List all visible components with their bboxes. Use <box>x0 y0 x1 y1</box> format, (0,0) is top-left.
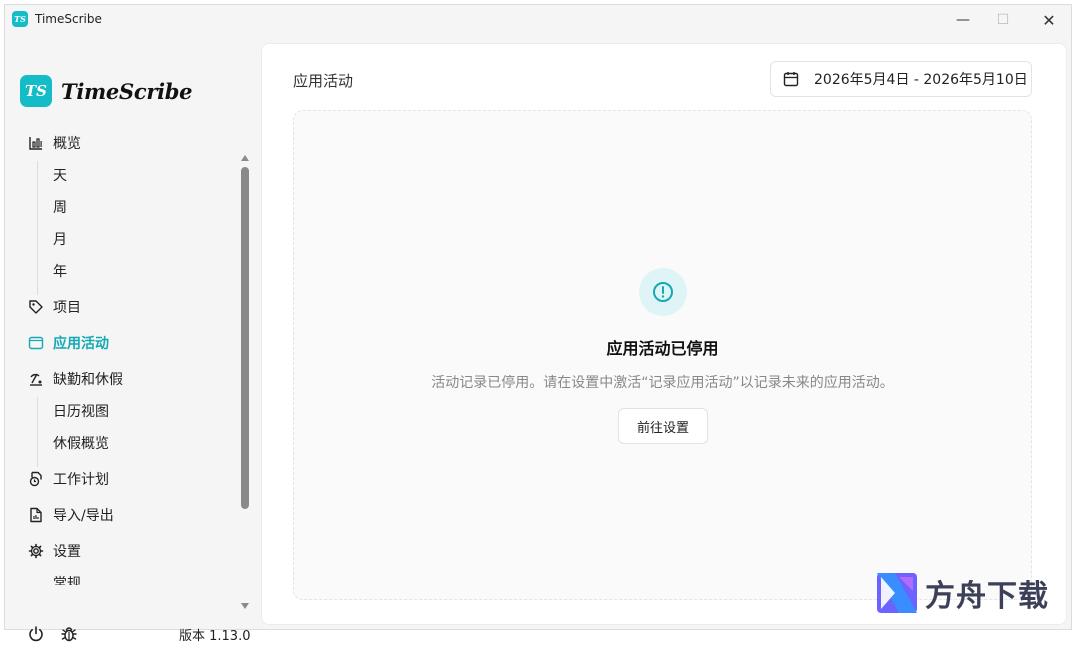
window-icon <box>27 334 45 352</box>
page-title: 应用活动 <box>293 72 354 90</box>
empty-state-title: 应用活动已停用 <box>606 339 719 358</box>
sidebar-item-work-schedule[interactable]: 工作计划 <box>27 467 109 491</box>
minimize-button[interactable]: — <box>943 5 983 35</box>
sidebar-item-projects[interactable]: 项目 <box>27 295 81 319</box>
app-window: TS TimeScribe — ☐ ✕ TS TimeScribe 概览 天 周… <box>4 4 1072 644</box>
date-range-label: 2026年5月4日 - 2026年5月10日 <box>814 72 1028 88</box>
file-icon <box>27 506 45 524</box>
empty-state-description: 活动记录已停用。请在设置中激活“记录应用活动”以记录未来的应用活动。 <box>431 375 894 391</box>
sidebar-item-general[interactable]: 常规 <box>53 571 81 585</box>
window-title: TimeScribe <box>35 12 102 26</box>
watermark-logo-icon <box>877 573 917 613</box>
sidebar-nav: 概览 天 周 月 年 项目 应用活动 缺勤和休假 日历视图 休假概览 工作计划 … <box>5 123 241 585</box>
sidebar-item-label: 项目 <box>53 300 81 316</box>
gear-icon <box>27 542 45 560</box>
sidebar-item-vacation-overview[interactable]: 休假概览 <box>53 431 109 455</box>
schedule-icon <box>27 470 45 488</box>
watermark: 方舟下载 <box>877 571 1049 615</box>
sidebar-item-year[interactable]: 年 <box>53 259 67 283</box>
sidebar-item-label: 缺勤和休假 <box>53 372 123 388</box>
sidebar-item-import-export[interactable]: 导入/导出 <box>27 503 114 527</box>
brand: TS TimeScribe <box>20 75 193 107</box>
sidebar-item-label: 应用活动 <box>53 336 109 352</box>
sidebar-item-label: 概览 <box>53 136 81 152</box>
date-range-picker[interactable]: 2026年5月4日 - 2026年5月10日 <box>770 61 1032 97</box>
app-logo-icon: TS <box>12 11 28 27</box>
version-label: 版本 1.13.0 <box>179 629 251 644</box>
brand-name: TimeScribe <box>61 78 193 104</box>
brand-logo-icon: TS <box>20 75 52 107</box>
calendar-icon <box>783 72 799 87</box>
sidebar-item-calendar-view[interactable]: 日历视图 <box>53 399 109 423</box>
maximize-button[interactable]: ☐ <box>983 5 1023 35</box>
sidebar-item-label: 工作计划 <box>53 472 109 488</box>
sidebar-item-week[interactable]: 周 <box>53 195 67 219</box>
sidebar-footer: 版本 1.13.0 <box>5 621 257 645</box>
sidebar-scrollbar[interactable] <box>241 167 249 509</box>
power-icon[interactable] <box>27 625 45 643</box>
title-bar: TS TimeScribe — ☐ ✕ <box>5 5 1071 35</box>
tag-icon <box>27 298 45 316</box>
alert-circle-icon <box>639 268 687 316</box>
sidebar-item-overview[interactable]: 概览 <box>27 131 81 155</box>
sidebar-item-app-activity[interactable]: 应用活动 <box>27 331 109 355</box>
scroll-down-icon[interactable] <box>240 601 250 611</box>
bar-chart-icon <box>27 134 45 152</box>
sidebar-item-label: 导入/导出 <box>53 508 114 524</box>
sidebar-item-label: 设置 <box>53 544 81 560</box>
scroll-up-icon[interactable] <box>240 153 250 163</box>
sidebar-item-settings[interactable]: 设置 <box>27 539 81 563</box>
sidebar-item-month[interactable]: 月 <box>53 227 67 251</box>
main-panel: 应用活动 2026年5月4日 - 2026年5月10日 应用活动已停用 活动记录… <box>261 43 1067 625</box>
close-button[interactable]: ✕ <box>1029 5 1069 35</box>
bug-icon[interactable] <box>60 625 78 643</box>
sub-nav-line <box>37 161 38 295</box>
beach-icon <box>27 370 45 388</box>
empty-state: 应用活动已停用 活动记录已停用。请在设置中激活“记录应用活动”以记录未来的应用活… <box>293 110 1032 600</box>
sidebar: TS TimeScribe 概览 天 周 月 年 项目 应用活动 缺勤和休假 日… <box>5 35 257 644</box>
watermark-text: 方舟下载 <box>925 579 1049 614</box>
go-to-settings-button[interactable]: 前往设置 <box>618 408 708 444</box>
sub-nav-line <box>37 397 38 467</box>
sidebar-item-day[interactable]: 天 <box>53 163 67 187</box>
sidebar-item-absence[interactable]: 缺勤和休假 <box>27 367 123 391</box>
